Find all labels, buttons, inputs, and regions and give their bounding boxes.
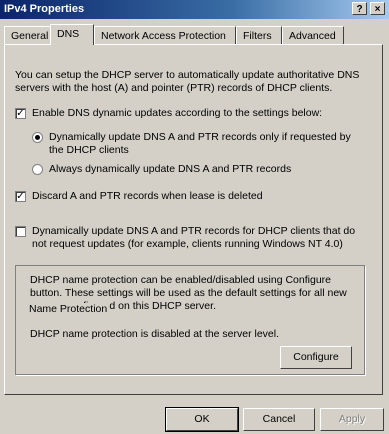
tab-advanced[interactable]: Advanced	[282, 26, 344, 44]
configure-button[interactable]: Configure	[280, 346, 352, 369]
discard-records-checkbox[interactable]: ✓	[15, 191, 26, 202]
update-nonrequesting-label-line2: not request updates (for example, client…	[32, 238, 343, 250]
tab-filters[interactable]: Filters	[236, 26, 282, 44]
tab-strip: General DNS Network Access Protection Fi…	[4, 24, 385, 46]
close-button[interactable]: ×	[370, 2, 385, 15]
update-nonrequesting-label-line1: Dynamically update DNS A and PTR records…	[32, 225, 356, 237]
update-if-requested-radio[interactable]	[32, 132, 43, 143]
name-protection-desc-line2: button. These settings will be used as t…	[30, 287, 347, 299]
update-if-requested-label-line2: the DHCP clients	[49, 144, 129, 156]
intro-text-line1: You can setup the DHCP server to automat…	[15, 69, 360, 81]
help-button[interactable]: ?	[352, 2, 367, 15]
title-bar: IPv4 Properties ? ×	[0, 0, 389, 19]
radio-selected-dot	[35, 135, 40, 140]
discard-records-label: Discard A and PTR records when lease is …	[32, 190, 263, 202]
ok-button[interactable]: OK	[165, 407, 239, 432]
enable-dns-updates-checkbox[interactable]: ✓	[15, 108, 26, 119]
update-if-requested-label-line1: Dynamically update DNS A and PTR records…	[49, 131, 351, 143]
cancel-button[interactable]: Cancel	[243, 408, 315, 431]
name-protection-desc-line1: DHCP name protection can be enabled/disa…	[30, 274, 331, 286]
window-title: IPv4 Properties	[4, 3, 85, 15]
apply-button[interactable]: Apply	[320, 408, 384, 431]
tab-network-access-protection[interactable]: Network Access Protection	[94, 26, 236, 44]
name-protection-group: DHCP name protection can be enabled/disa…	[15, 265, 365, 375]
always-update-label: Always dynamically update DNS A and PTR …	[49, 163, 292, 175]
enable-dns-updates-label: Enable DNS dynamic updates according to …	[32, 107, 323, 119]
update-nonrequesting-clients-checkbox[interactable]	[15, 226, 26, 237]
tab-general[interactable]: General	[4, 26, 52, 44]
tab-dns[interactable]: DNS	[50, 24, 94, 45]
name-protection-status: DHCP name protection is disabled at the …	[30, 328, 280, 340]
always-update-radio[interactable]	[32, 164, 43, 175]
dns-tab-panel: You can setup the DHCP server to automat…	[4, 44, 383, 395]
intro-text-line2: servers with the host (A) and pointer (P…	[15, 82, 333, 94]
name-protection-legend: Name Protection	[27, 303, 110, 315]
